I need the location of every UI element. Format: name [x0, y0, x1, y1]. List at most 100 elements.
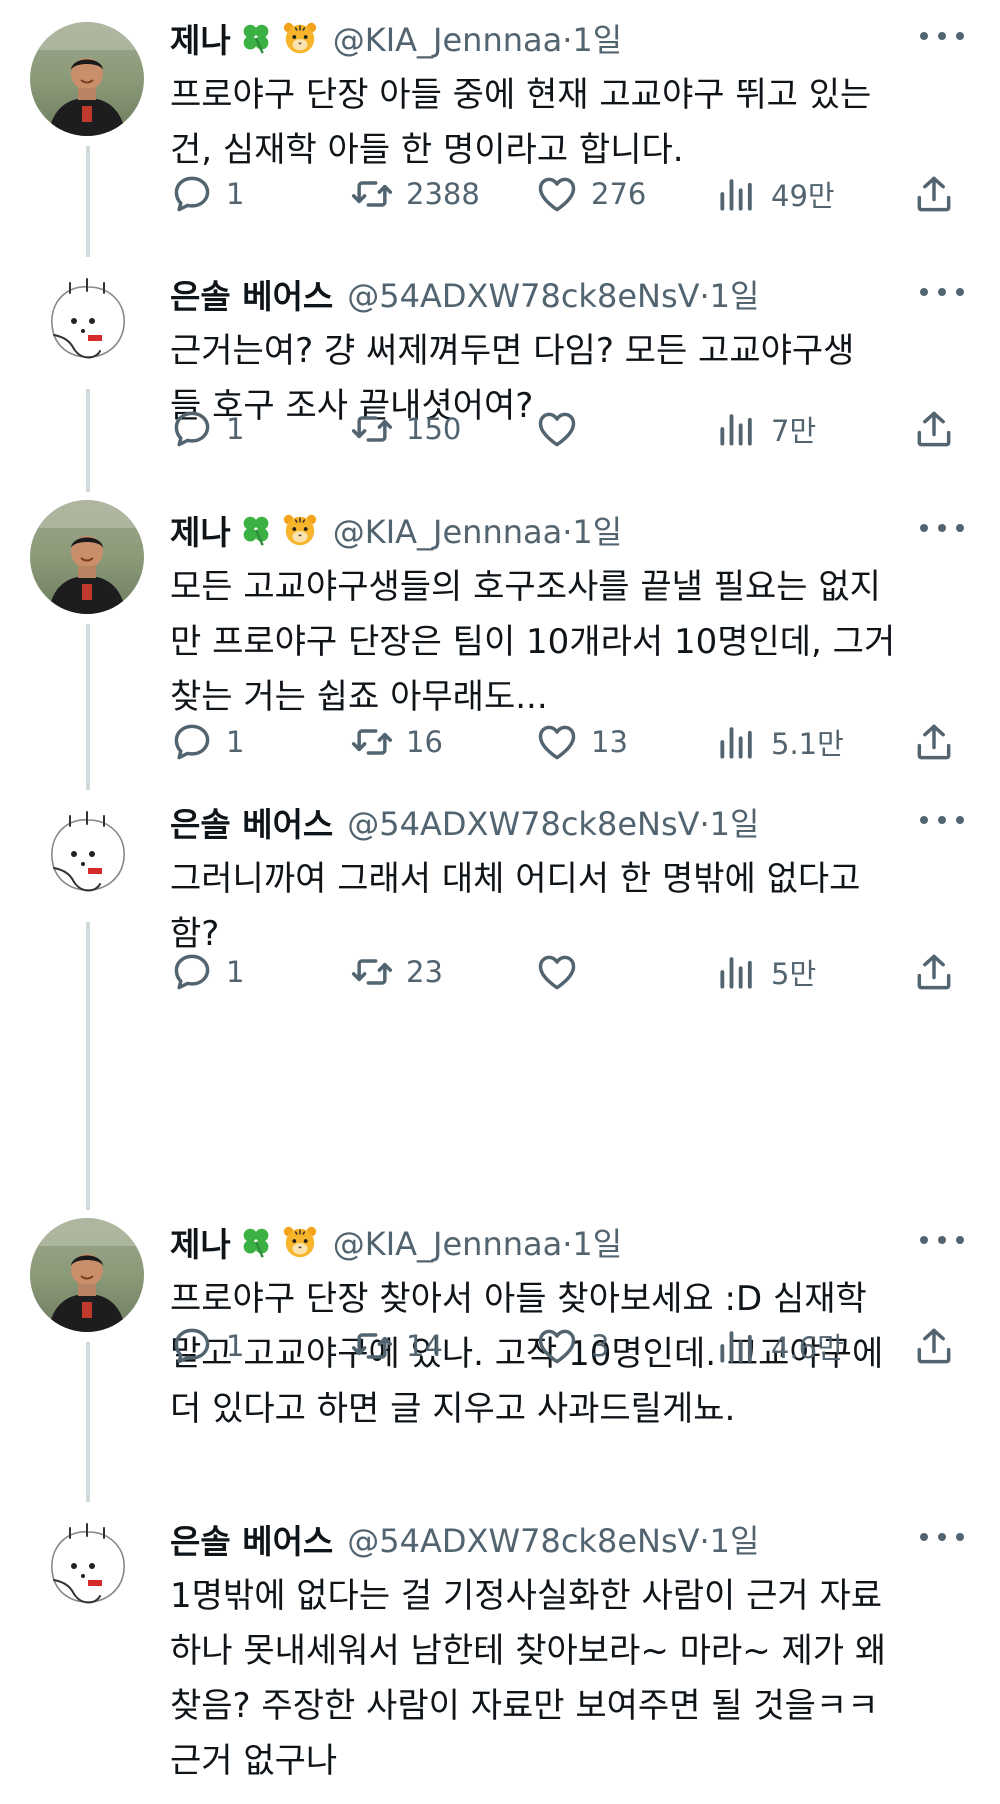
share-button[interactable] — [912, 718, 956, 766]
share-icon — [912, 950, 956, 994]
like-button[interactable]: 3 — [535, 1322, 609, 1370]
views-icon — [715, 950, 759, 994]
views-button[interactable]: 7만 — [715, 405, 816, 453]
display-name[interactable]: 은솔 베어스 — [170, 270, 333, 318]
like-icon — [535, 407, 579, 451]
tweet[interactable]: 제나 @KIA_Jennnaa·1일프로야구 단장 아들 중에 현재 고교야구 뛰… — [0, 14, 1000, 274]
timestamp[interactable]: 1일 — [572, 21, 622, 59]
avatar[interactable] — [30, 798, 144, 912]
display-name[interactable]: 제나 — [170, 506, 231, 554]
timestamp[interactable]: 1일 — [572, 1225, 622, 1263]
user-handle[interactable]: @54ADXW78ck8eNsV — [347, 805, 699, 843]
retweet-count: 14 — [406, 1329, 443, 1363]
tweet[interactable]: 은솔 베어스 @54ADXW78ck8eNsV·1일그러니까여 그래서 대체 어디… — [0, 798, 1000, 1058]
share-icon — [912, 720, 956, 764]
tweet-header: 제나 @KIA_Jennnaa·1일 — [170, 14, 622, 62]
tweet-header: 은솔 베어스 @54ADXW78ck8eNsV·1일 — [170, 270, 759, 318]
tweet[interactable]: 은솔 베어스 @54ADXW78ck8eNsV·1일 근거는여? 걍 써제껴두면 다… — [0, 265, 1000, 530]
avatar[interactable] — [30, 22, 144, 136]
views-button[interactable]: 5만 — [715, 948, 816, 996]
avatar[interactable] — [30, 265, 144, 379]
handle-and-time[interactable]: @KIA_Jennnaa·1일 — [333, 1219, 622, 1265]
more-icon[interactable] — [920, 16, 964, 56]
like-button[interactable] — [535, 948, 591, 996]
like-count: 276 — [591, 177, 647, 211]
reply-button[interactable]: 1 — [170, 718, 244, 766]
retweet-icon — [350, 407, 394, 451]
views-count: 5.1만 — [771, 727, 844, 761]
user-handle[interactable]: @54ADXW78ck8eNsV — [347, 1522, 699, 1560]
tiger-emoji-icon — [281, 511, 319, 549]
share-button[interactable] — [912, 405, 956, 453]
user-handle[interactable]: @KIA_Jennnaa — [333, 513, 563, 551]
avatar[interactable] — [30, 1510, 144, 1624]
separator-dot: · — [562, 1225, 573, 1263]
tiger-emoji-icon — [281, 1223, 319, 1261]
handle-and-time[interactable]: @KIA_Jennnaa·1일 — [333, 15, 622, 61]
retweet-button[interactable]: 2388 — [350, 170, 480, 218]
tweet[interactable]: 은솔 베어스 @54ADXW78ck8eNsV·1일 1명밖에 없다는 걸 기정사실… — [0, 1510, 1000, 1781]
avatar[interactable] — [30, 1218, 144, 1332]
timestamp[interactable]: 1일 — [710, 805, 760, 843]
more-icon[interactable] — [920, 272, 964, 312]
like-icon — [535, 950, 579, 994]
separator-dot: · — [699, 277, 710, 315]
user-handle[interactable]: @54ADXW78ck8eNsV — [347, 277, 699, 315]
more-icon[interactable] — [920, 800, 964, 840]
reply-button[interactable]: 1 — [170, 405, 244, 453]
like-icon — [535, 720, 579, 764]
reply-button[interactable]: 1 — [170, 1322, 244, 1370]
views-icon — [715, 1324, 759, 1368]
tweet-text: 모든 고교야구생들의 호구조사를 끝낼 필요는 없지 만 프로야구 단장은 팀이 … — [170, 560, 970, 725]
more-icon[interactable] — [920, 508, 964, 548]
handle-and-time[interactable]: @KIA_Jennnaa·1일 — [333, 507, 622, 553]
views-button[interactable]: 5.1만 — [715, 718, 844, 766]
timestamp[interactable]: 1일 — [710, 277, 760, 315]
user-handle[interactable]: @KIA_Jennnaa — [333, 21, 563, 59]
retweet-icon — [350, 950, 394, 994]
like-count: 3 — [591, 1329, 610, 1363]
like-button[interactable]: 276 — [535, 170, 646, 218]
display-name[interactable]: 제나 — [170, 14, 231, 62]
display-name[interactable]: 은솔 베어스 — [170, 1515, 333, 1563]
like-button[interactable]: 13 — [535, 718, 628, 766]
handle-and-time[interactable]: @54ADXW78ck8eNsV·1일 — [347, 271, 759, 317]
tiger-emoji-icon — [281, 19, 319, 57]
display-name[interactable]: 은솔 베어스 — [170, 798, 333, 846]
like-button[interactable] — [535, 405, 591, 453]
timestamp[interactable]: 1일 — [710, 1522, 760, 1560]
views-button[interactable]: 4.6만 — [715, 1322, 844, 1370]
timestamp[interactable]: 1일 — [572, 513, 622, 551]
share-button[interactable] — [912, 1322, 956, 1370]
retweet-button[interactable]: 14 — [350, 1322, 443, 1370]
handle-and-time[interactable]: @54ADXW78ck8eNsV·1일 — [347, 1516, 759, 1562]
tweet[interactable]: 제나 @KIA_Jennnaa·1일모든 고교야구생들의 호구조사를 끝낼 필요는… — [0, 500, 1000, 766]
retweet-button[interactable]: 16 — [350, 718, 443, 766]
reply-button[interactable]: 1 — [170, 170, 244, 218]
views-count: 4.6만 — [771, 1331, 844, 1365]
views-button[interactable]: 49만 — [715, 170, 835, 218]
retweet-button[interactable]: 150 — [350, 405, 461, 453]
more-icon[interactable] — [920, 1517, 964, 1557]
user-handle[interactable]: @KIA_Jennnaa — [333, 1225, 563, 1263]
display-name[interactable]: 제나 — [170, 1218, 231, 1266]
share-button[interactable] — [912, 170, 956, 218]
retweet-count: 150 — [406, 412, 462, 446]
tweet-actions: 1 2388 276 49만 — [170, 170, 970, 218]
handle-and-time[interactable]: @54ADXW78ck8eNsV·1일 — [347, 799, 759, 845]
tweet-text-line: 근거 없구나 — [170, 1741, 338, 1781]
tweet-text-line: 프로야구 단장 아들 중에 현재 고교야구 뛰고 있는 — [170, 75, 872, 115]
tweet-header: 제나 @KIA_Jennnaa·1일 — [170, 506, 622, 554]
retweet-button[interactable]: 23 — [350, 948, 443, 996]
share-button[interactable] — [912, 948, 956, 996]
tweet-text-line: 그러니까여 그래서 대체 어디서 한 명밖에 없다고 — [170, 859, 861, 899]
tweet-actions: 1 23 5만 — [170, 948, 970, 996]
views-count: 5만 — [771, 957, 817, 991]
reply-button[interactable]: 1 — [170, 948, 244, 996]
clover-emoji-icon — [237, 511, 275, 549]
reply-count: 1 — [226, 412, 245, 446]
more-icon[interactable] — [920, 1220, 964, 1260]
avatar[interactable] — [30, 500, 144, 614]
reply-icon — [170, 720, 214, 764]
tweet[interactable]: 제나 @KIA_Jennnaa·1일 프로야구 단장 찾아서 아들 찾아보세요 :D… — [0, 1218, 1000, 1478]
